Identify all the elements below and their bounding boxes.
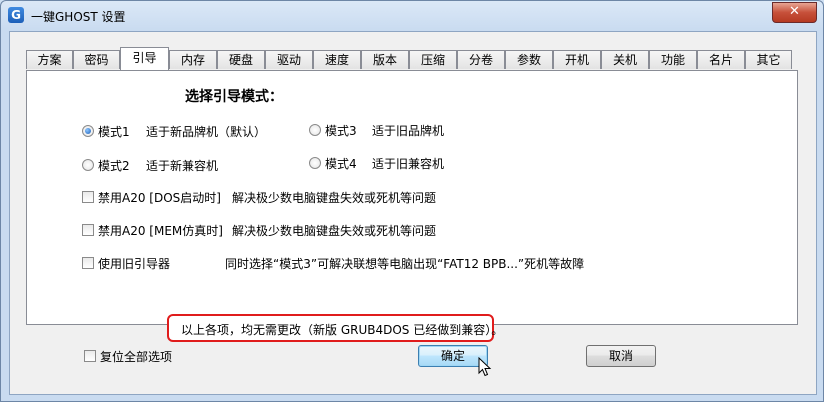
dialog-client-area: 方案 密码 引导 内存 硬盘 驱动 速度 版本 压缩 分卷 参数 开机 关机 功…	[9, 31, 817, 395]
mode2-description: 适于新兼容机	[146, 159, 219, 173]
reset-all-label[interactable]: 复位全部选项	[100, 348, 172, 365]
disable-a20-dos-description: 解决极少数电脑键盘失效或死机等问题	[232, 191, 437, 205]
cancel-button[interactable]: 取消	[586, 345, 656, 367]
disable-a20-dos-checkbox[interactable]	[82, 191, 94, 203]
disable-a20-mem-label[interactable]: 禁用A20 [MEM仿真时]	[98, 222, 223, 239]
tab-memory[interactable]: 内存	[169, 50, 217, 69]
disable-a20-mem-description: 解决极少数电脑键盘失效或死机等问题	[232, 224, 437, 238]
tab-disk[interactable]: 硬盘	[217, 50, 265, 69]
mode3-description: 适于旧品牌机	[372, 124, 445, 138]
close-button[interactable]: ✕	[772, 2, 817, 23]
app-icon: G	[8, 7, 24, 23]
tab-split[interactable]: 分卷	[457, 50, 505, 69]
old-bootloader-description: 同时选择“模式3”可解决联想等电脑出现“FAT12 BPB...”死机等故障	[225, 257, 585, 271]
tab-shutdown[interactable]: 关机	[601, 50, 649, 69]
compatibility-note: 以上各项，均无需更改（新版 GRUB4DOS 已经做到兼容）。	[167, 314, 503, 342]
mode3-radio[interactable]	[309, 124, 321, 136]
mode1-description: 适于新品牌机（默认）	[146, 125, 267, 139]
tab-boot-on[interactable]: 开机	[553, 50, 601, 69]
mode3-label[interactable]: 模式3	[325, 122, 357, 139]
tab-boot[interactable]: 引导	[120, 47, 169, 70]
mode4-description: 适于旧兼容机	[372, 157, 445, 171]
title-bar[interactable]: G 一键GHOST 设置 ✕	[1, 1, 823, 31]
tab-other[interactable]: 其它	[745, 50, 792, 69]
mode1-radio[interactable]	[82, 125, 94, 137]
tab-scheme[interactable]: 方案	[26, 50, 73, 69]
tab-compress[interactable]: 压缩	[409, 50, 457, 69]
mode4-label[interactable]: 模式4	[325, 155, 357, 172]
reset-all-checkbox[interactable]	[84, 350, 96, 362]
tab-speed[interactable]: 速度	[313, 50, 361, 69]
mode2-radio[interactable]	[82, 159, 94, 171]
mode2-label[interactable]: 模式2	[98, 157, 130, 174]
old-bootloader-label[interactable]: 使用旧引导器	[98, 255, 170, 272]
tab-params[interactable]: 参数	[505, 50, 553, 69]
disable-a20-dos-label[interactable]: 禁用A20 [DOS启动时]	[98, 189, 221, 206]
tab-driver[interactable]: 驱动	[265, 50, 313, 69]
mode4-radio[interactable]	[309, 157, 321, 169]
boot-mode-heading: 选择引导模式：	[185, 89, 283, 105]
window-title: 一键GHOST 设置	[31, 10, 126, 24]
mouse-pointer-icon	[478, 357, 492, 377]
tab-functions[interactable]: 功能	[649, 50, 697, 69]
compatibility-note-text: 以上各项，均无需更改（新版 GRUB4DOS 已经做到兼容）。	[181, 323, 504, 337]
tab-version[interactable]: 版本	[361, 50, 409, 69]
mode1-label[interactable]: 模式1	[98, 123, 130, 140]
tab-password[interactable]: 密码	[73, 50, 120, 69]
settings-window: G 一键GHOST 设置 ✕ 方案 密码 引导 内存 硬盘 驱动 速度 版本 压…	[0, 0, 824, 402]
disable-a20-mem-checkbox[interactable]	[82, 224, 94, 236]
tab-card[interactable]: 名片	[697, 50, 745, 69]
boot-tab-panel: 选择引导模式： 模式1 适于新品牌机（默认） 模式3 适于旧品牌机 模式2 适于…	[26, 70, 798, 342]
old-bootloader-checkbox[interactable]	[82, 257, 94, 269]
